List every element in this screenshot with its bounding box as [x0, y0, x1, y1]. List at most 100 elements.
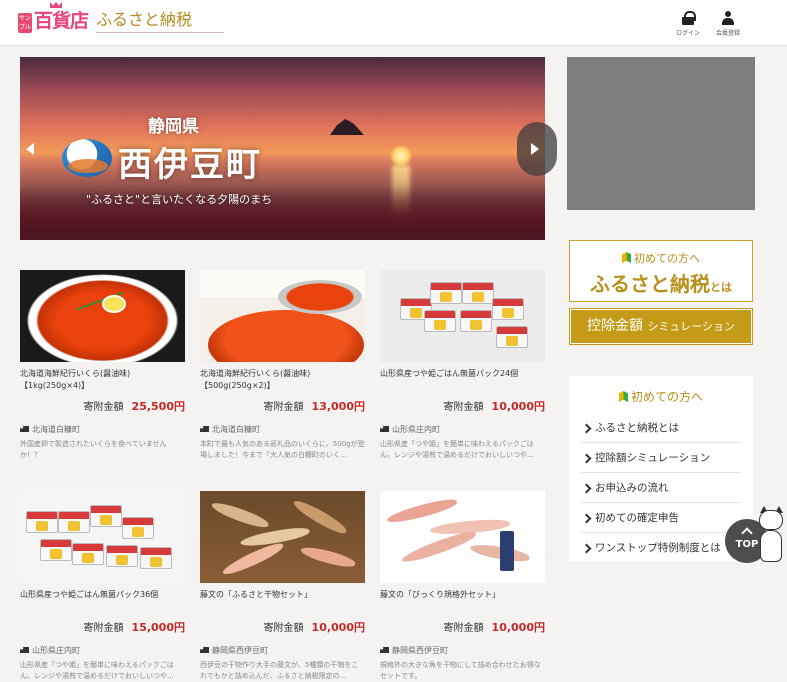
sidebar-ad-placeholder[interactable] — [567, 57, 755, 210]
carousel-prev-icon[interactable] — [26, 143, 34, 155]
top-label: TOP — [735, 539, 759, 550]
guide-item-flow[interactable]: お申込みの流れ — [581, 473, 741, 503]
guide-item-about[interactable]: ふるさと納税とは — [581, 413, 741, 443]
town-icon — [20, 647, 29, 653]
product-name[interactable]: 北海道海鮮紀行いくら(醤油味)【500g(250g×2)】 — [200, 368, 365, 394]
price-label: 寄附金額 — [443, 402, 484, 413]
product-card[interactable]: 山形県産つや姫ごはん無菌パック24個 寄附金額 10,000円 山形県庄内町 山形… — [380, 270, 545, 461]
logo-main-label: 百貨店 — [34, 10, 89, 32]
deduction-simulation-button[interactable]: 控除金額 シミュレーション — [569, 308, 753, 345]
product-town-label: 静岡県西伊豆町 — [392, 646, 448, 655]
first-timer-small-text: 初めての方へ — [634, 252, 700, 265]
site-header: サンプル 百貨店 ふるさと納税 ログイン 会員登録 — [0, 0, 787, 46]
guide-item-tax-return[interactable]: 初めての確定申告 — [581, 503, 741, 533]
banner-sun — [390, 145, 412, 167]
guide-title-text: 初めての方へ — [630, 390, 703, 404]
chevron-up-icon — [741, 527, 753, 539]
product-card[interactable]: 山形県産つや姫ごはん無菌パック36個 寄附金額 15,000円 山形県庄内町 山形… — [20, 491, 185, 682]
product-card[interactable]: 北海道海鮮紀行いくら(醤油味)【500g(250g×2)】 寄附金額 13,000… — [200, 270, 365, 461]
simulation-main-label: 控除金額 — [586, 318, 643, 334]
price-value: 13,000円 — [311, 400, 365, 413]
product-name[interactable]: 山形県産つや姫ごはん無菌パック36個 — [20, 589, 185, 615]
town-emblem-icon — [62, 139, 112, 177]
town-icon — [200, 426, 209, 432]
price-value: 10,000円 — [311, 621, 365, 634]
price-value: 25,500円 — [131, 400, 185, 413]
product-card[interactable]: 北海道海鮮紀行いくら(醤油味)【1kg(250g×4)】 寄附金額 25,500円… — [20, 270, 185, 461]
price-value: 15,000円 — [131, 621, 185, 634]
user-icon — [722, 11, 734, 25]
guide-title: 初めての方へ — [569, 388, 753, 405]
town-icon — [20, 426, 29, 432]
first-timer-banner[interactable]: 初めての方へ ふるさと納税とは — [569, 240, 753, 302]
simulation-sub-label: シミュレーション — [647, 320, 735, 333]
guide-item-simulation[interactable]: 控除額シミュレーション — [581, 443, 741, 473]
product-description: 外国産卵で製造されたいくらを食べていませんか！？ — [20, 440, 167, 459]
product-image[interactable] — [200, 491, 365, 583]
register-label: 会員登録 — [715, 30, 740, 37]
product-card[interactable]: 藤文の「ふるさと干物セット」 寄附金額 10,000円 静岡県西伊豆町 西伊豆の干… — [200, 491, 365, 682]
product-image[interactable] — [380, 491, 545, 583]
product-town: 山形県庄内町 — [380, 424, 545, 435]
price-label: 寄附金額 — [263, 623, 304, 634]
logo-main-text: 百貨店 — [34, 2, 89, 33]
product-description: 規格外の大きな魚を干物にして詰め合わせたお得なセットです。 — [380, 661, 541, 680]
product-price-row: 寄附金額 25,500円 — [20, 398, 185, 414]
guide-item-one-stop[interactable]: ワンストップ特例制度とは — [581, 533, 741, 563]
hero-banner[interactable]: 静岡県 西伊豆町 "ふるさと"と言いたくなる夕陽のまち — [20, 57, 545, 240]
product-town-label: 北海道白糠町 — [32, 425, 80, 434]
product-description: 本町で最も人気のある返礼品のいくらに、500gが登場しました！今まで「大人気の白… — [200, 440, 365, 459]
site-logo[interactable]: サンプル 百貨店 ふるさと納税 — [18, 2, 225, 33]
logo-sample-badge: サンプル — [18, 13, 32, 33]
beginner-mark-icon — [618, 391, 628, 402]
price-value: 10,000円 — [491, 621, 545, 634]
price-label: 寄附金額 — [83, 402, 124, 413]
town-icon — [380, 426, 389, 432]
product-description: 山形県産「つや姫」を簡単に味わえるパックごはん。レンジや湯煎で温めるだけでおいし… — [380, 440, 534, 459]
product-name[interactable]: 藤文の「ふるさと干物セット」 — [200, 589, 365, 615]
logo-sub-text: ふるさと納税 — [96, 8, 225, 33]
first-timer-suffix: とは — [710, 281, 732, 294]
product-town-label: 北海道白糠町 — [212, 425, 260, 434]
first-timer-large: ふるさと納税とは — [570, 268, 752, 297]
product-name[interactable]: 山形県産つや姫ごはん無菌パック24個 — [380, 368, 545, 394]
product-town: 北海道白糠町 — [20, 424, 185, 435]
login-button[interactable]: ログイン — [667, 11, 709, 37]
product-card[interactable]: 藤文の「びっくり規格外セット」 寄附金額 10,000円 静岡県西伊豆町 規格外の… — [380, 491, 545, 682]
first-timer-large-text: ふるさと納税 — [590, 272, 710, 296]
banner-rock — [330, 119, 364, 135]
price-label: 寄附金額 — [443, 623, 484, 634]
price-value: 10,000円 — [491, 400, 545, 413]
price-label: 寄附金額 — [83, 623, 124, 634]
product-price-row: 寄附金額 10,000円 — [380, 619, 545, 635]
product-image[interactable] — [380, 270, 545, 362]
product-town-label: 山形県庄内町 — [32, 646, 80, 655]
town-icon — [380, 647, 389, 653]
product-image[interactable] — [20, 491, 185, 583]
product-town-label: 静岡県西伊豆町 — [212, 646, 268, 655]
carousel-next-icon[interactable] — [531, 143, 539, 155]
product-price-row: 寄附金額 15,000円 — [20, 619, 185, 635]
login-label: ログイン — [675, 30, 700, 37]
product-town: 北海道白糠町 — [200, 424, 365, 435]
beginner-mark-icon — [622, 252, 631, 263]
cat-mascot-icon — [756, 506, 786, 564]
crown-icon — [50, 2, 62, 8]
product-name[interactable]: 藤文の「びっくり規格外セット」 — [380, 589, 545, 615]
town-icon — [200, 647, 209, 653]
product-image[interactable] — [200, 270, 365, 362]
product-name[interactable]: 北海道海鮮紀行いくら(醤油味)【1kg(250g×4)】 — [20, 368, 185, 394]
product-image[interactable] — [20, 270, 185, 362]
product-description: 山形県産「つや姫」を簡単に味わえるパックごはん。レンジや湯煎で温めるだけでおいし… — [20, 661, 174, 680]
product-town: 静岡県西伊豆町 — [200, 645, 365, 656]
product-price-row: 寄附金額 10,000円 — [380, 398, 545, 414]
product-price-row: 寄附金額 13,000円 — [200, 398, 365, 414]
product-town: 静岡県西伊豆町 — [380, 645, 545, 656]
register-button[interactable]: 会員登録 — [707, 11, 749, 37]
banner-prefecture: 静岡県 — [148, 117, 199, 137]
price-label: 寄附金額 — [263, 402, 304, 413]
product-price-row: 寄附金額 10,000円 — [200, 619, 365, 635]
product-town-label: 山形県庄内町 — [392, 425, 440, 434]
banner-catchphrase: "ふるさと"と言いたくなる夕陽のまち — [86, 193, 273, 206]
lock-icon — [682, 11, 696, 25]
